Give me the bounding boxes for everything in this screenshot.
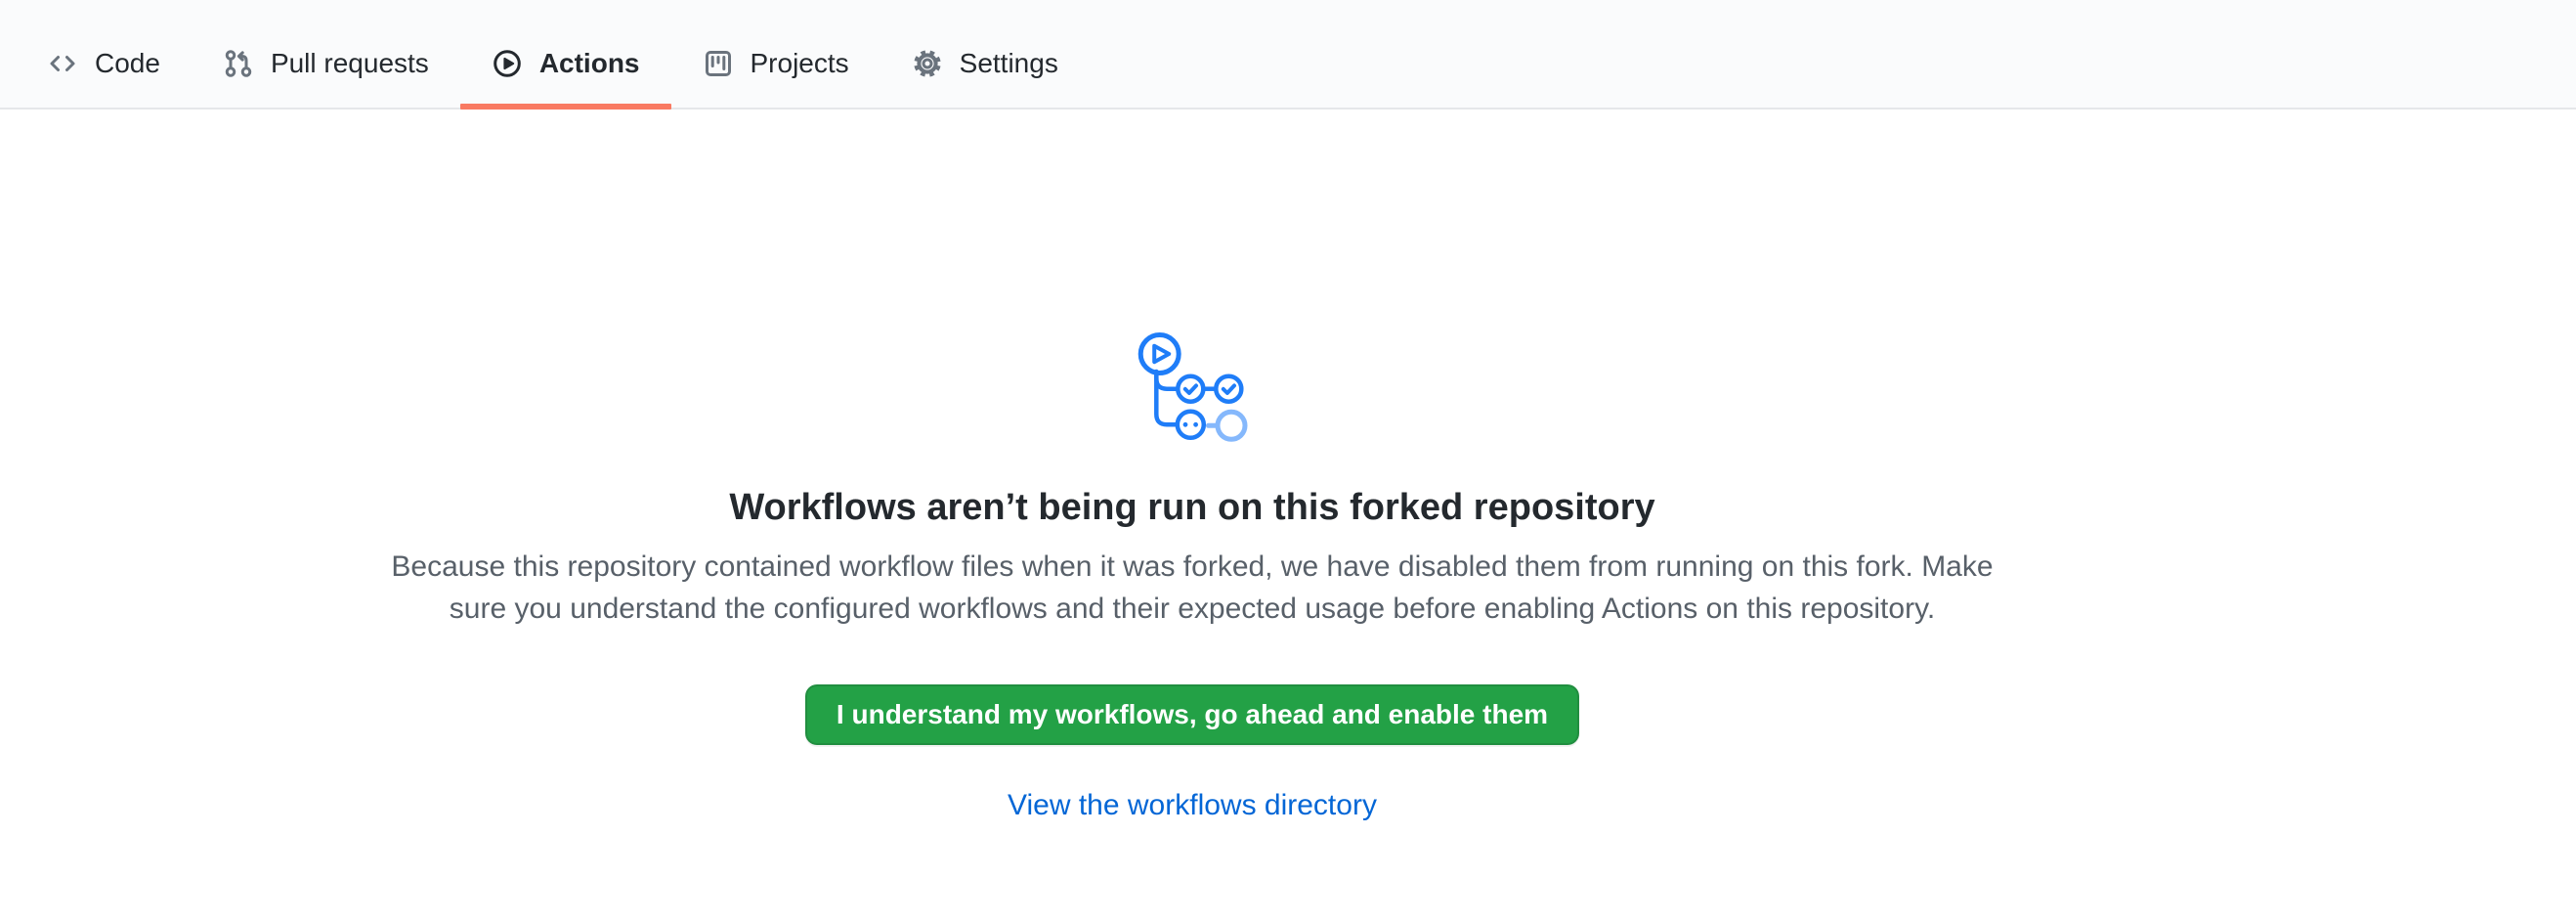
tab-projects[interactable]: Projects [671,20,880,108]
workflow-graph-icon [1136,330,1249,442]
tab-label: Pull requests [271,50,429,77]
code-icon [47,48,78,79]
tab-settings[interactable]: Settings [880,20,1090,108]
git-pull-request-icon [223,48,254,79]
repo-tab-nav: Code Pull requests Actions [0,0,2576,110]
actions-disabled-panel: Workflows aren’t being run on this forke… [0,110,2384,823]
play-circle-icon [492,48,523,79]
tab-label: Code [95,50,160,77]
tab-label: Settings [960,50,1058,77]
tab-code[interactable]: Code [16,20,192,108]
tab-label: Actions [539,50,640,77]
tab-label: Projects [751,50,849,77]
active-tab-indicator [460,104,671,110]
tab-pull-requests[interactable]: Pull requests [192,20,460,108]
gear-icon [912,48,943,79]
enable-workflows-button[interactable]: I understand my workflows, go ahead and … [805,684,1579,745]
project-board-icon [703,48,734,79]
description-text: Because this repository contained workfl… [391,546,1994,630]
page-title: Workflows aren’t being run on this forke… [729,485,1654,532]
workflows-directory-link[interactable]: View the workflows directory [1008,788,1377,823]
tab-actions[interactable]: Actions [460,20,671,108]
